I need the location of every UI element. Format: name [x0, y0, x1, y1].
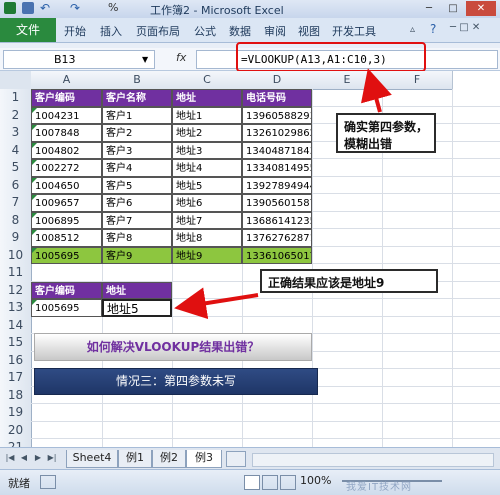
first-sheet-icon[interactable]: |◀ — [4, 452, 16, 464]
watermark-text: 我爱IT技术网 — [346, 482, 413, 493]
case-banner: 情况三：第四参数未写 — [34, 368, 318, 395]
normal-view-icon[interactable] — [244, 475, 260, 490]
last-sheet-icon[interactable]: ▶| — [46, 452, 58, 464]
question-banner: 如何解决VLOOKUP结果出错？ — [34, 333, 312, 361]
page-break-view-icon[interactable] — [280, 475, 296, 490]
status-bar: 就绪 100% 我爱IT技术网 — [0, 469, 500, 495]
prev-sheet-icon[interactable]: ◀ — [18, 452, 30, 464]
sheet-tab-sheet4[interactable]: Sheet4 — [66, 450, 118, 468]
callout-correct-result: 正确结果应该是地址9 — [260, 269, 438, 293]
annotation-arrows — [174, 68, 392, 320]
zoom-level[interactable]: 100% — [300, 474, 331, 487]
callout-fourth-param: 确实第四参数，模糊出错 — [336, 113, 436, 153]
sheet-tab-ex2[interactable]: 例2 — [152, 450, 186, 468]
next-sheet-icon[interactable]: ▶ — [32, 452, 44, 464]
status-mode: 就绪 — [8, 477, 30, 490]
horizontal-scrollbar[interactable] — [252, 453, 494, 467]
macro-record-icon[interactable] — [40, 475, 56, 489]
sheet-tab-ex1[interactable]: 例1 — [118, 450, 152, 468]
sheet-tab-ex3[interactable]: 例3 — [186, 450, 222, 468]
insert-sheet-icon[interactable] — [226, 451, 246, 467]
page-layout-view-icon[interactable] — [262, 475, 278, 490]
arrow-to-formula — [361, 68, 392, 113]
sheet-tab-bar: |◀ ◀ ▶ ▶| Sheet4 例1 例2 例3 — [0, 447, 500, 470]
arrow-to-result — [174, 287, 259, 320]
